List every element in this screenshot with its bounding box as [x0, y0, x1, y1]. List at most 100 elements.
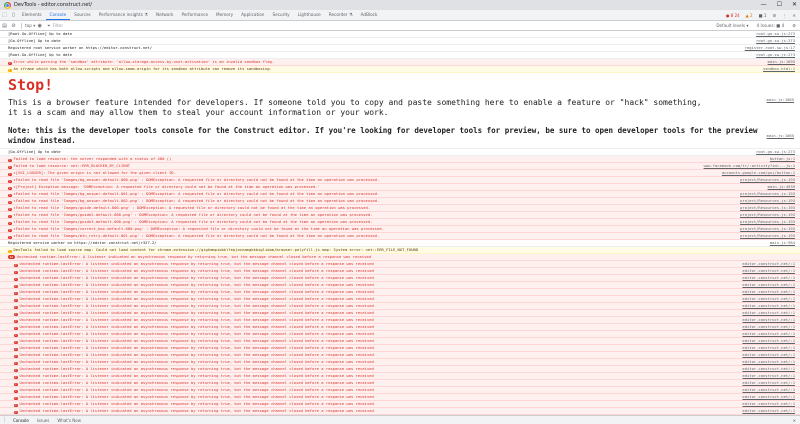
- source-link[interactable]: project/Resources.js:193: [740, 212, 795, 218]
- row-message: [Root-Go-Offline] Up to date: [8, 31, 750, 37]
- close-devtools-icon[interactable]: ✕: [792, 13, 796, 18]
- source-link[interactable]: main.js:4939: [768, 184, 795, 190]
- stop-source-link[interactable]: main.js:1085: [767, 97, 794, 102]
- source-link[interactable]: editor.construct.net/:1: [742, 401, 795, 407]
- source-link[interactable]: editor.construct.net/:1: [742, 261, 795, 267]
- error-count-badge[interactable]: ● 8 24: [726, 13, 740, 18]
- error-icon: ✕: [14, 311, 18, 316]
- live-expression-eye-icon[interactable]: ◉: [35, 23, 44, 29]
- source-link[interactable]: project/Resources.js:193: [740, 205, 795, 211]
- source-link[interactable]: main.js:984: [770, 240, 795, 246]
- tab-console[interactable]: Console: [45, 10, 71, 20]
- source-link[interactable]: editor.construct.net/:1: [742, 394, 795, 400]
- error-icon: ✕: [14, 283, 18, 288]
- device-toolbar-icon[interactable]: ▯: [9, 12, 18, 18]
- source-link[interactable]: editor.construct.net/:1: [742, 387, 795, 393]
- source-link[interactable]: project/Resources.js:193: [740, 233, 795, 239]
- drawer-tab-what-s-new[interactable]: What's New: [53, 418, 85, 423]
- tab-security[interactable]: Security: [268, 10, 293, 20]
- row-message: ✕ ▸[Project] Exception message: 'DOMExcep…: [8, 184, 762, 190]
- tab-sources[interactable]: Sources: [70, 10, 95, 20]
- close-drawer-icon[interactable]: ✕: [793, 418, 796, 423]
- tab-memory[interactable]: Memory: [212, 10, 237, 20]
- row-message: ✕ ▸Failed to read file 'Images/guide-defa…: [8, 205, 734, 211]
- warning-count-badge[interactable]: ▲ 2: [746, 13, 753, 18]
- source-link[interactable]: editor.construct.net/:1: [742, 352, 795, 358]
- warning-icon: !: [8, 67, 12, 72]
- row-message: ✕ Unchecked runtime.lastError: A listener…: [14, 268, 736, 274]
- maximize-button[interactable]: ☐: [777, 0, 782, 10]
- row-text: [Go-Offline] Up to date: [8, 149, 61, 154]
- source-link[interactable]: project/Resources.js:193: [740, 226, 795, 232]
- clear-console-icon[interactable]: ⊘: [9, 23, 18, 29]
- source-link[interactable]: root-go-sw.js:273: [756, 38, 795, 44]
- source-link[interactable]: editor.construct.net/:1: [742, 380, 795, 386]
- repeat-count-badge: 24: [8, 255, 15, 259]
- source-link[interactable]: editor.construct.net/:1: [742, 359, 795, 365]
- source-link[interactable]: editor.construct.net/:1: [742, 331, 795, 337]
- error-icon: ✕: [14, 262, 18, 267]
- console-settings-gear-icon[interactable]: ⚙: [792, 23, 796, 28]
- settings-gear-icon[interactable]: ⚙: [773, 13, 777, 18]
- row-message: ✕ ▸Failed to read file 'Images/bg_answer-…: [8, 191, 734, 197]
- source-link[interactable]: www.facebook.com/tr/:activity?id=...js:1: [704, 163, 795, 169]
- source-link[interactable]: editor.construct.net/:1: [742, 303, 795, 309]
- log-levels-dropdown[interactable]: Default levels ▾: [716, 23, 748, 28]
- stop-note: Note: this is the developer tools consol…: [8, 126, 758, 145]
- close-window-button[interactable]: ✕: [792, 0, 797, 10]
- source-link[interactable]: main.js:1095: [768, 59, 795, 65]
- filter-input[interactable]: Filter: [53, 23, 63, 28]
- issues-button[interactable]: 4 Issues: ■ 4: [757, 23, 785, 28]
- source-link[interactable]: editor.construct.net/:1: [742, 338, 795, 344]
- minimize-button[interactable]: —: [761, 0, 767, 10]
- source-link[interactable]: button.js:1: [770, 156, 795, 162]
- source-link[interactable]: sandbox.html:1: [763, 66, 795, 72]
- grouped-error-row[interactable]: 24 Unchecked runtime.lastError: A listene…: [0, 254, 800, 261]
- tab-application[interactable]: Application: [237, 10, 268, 20]
- sidebar-toggle-icon[interactable]: ▤: [0, 23, 9, 29]
- tab-performance[interactable]: Performance: [177, 10, 212, 20]
- source-link[interactable]: editor.construct.net/:1: [742, 324, 795, 330]
- source-link[interactable]: root-go-sw.js:273: [756, 149, 795, 155]
- source-link[interactable]: editor.construct.net/:1: [742, 366, 795, 372]
- row-message: ✕ Unchecked runtime.lastError: A listener…: [14, 380, 736, 386]
- row-text: Error while parsing the 'sandbox' attrib…: [13, 59, 275, 64]
- note-source-link[interactable]: main.js:1085: [767, 133, 794, 138]
- log-row: [Root-Go-Offline] Up to date root-go-sw.j…: [0, 52, 800, 59]
- drawer-tab-console[interactable]: Console: [9, 418, 33, 423]
- source-link[interactable]: editor.construct.net/:1: [742, 289, 795, 295]
- source-link[interactable]: editor.construct.net/:1: [742, 275, 795, 281]
- source-link[interactable]: editor.construct.net/:1: [742, 310, 795, 316]
- source-link[interactable]: editor.construct.net/:1: [742, 345, 795, 351]
- row-text: Unchecked runtime.lastError: A listener …: [19, 289, 374, 294]
- row-message: [Go-Offline] Up to date: [8, 38, 750, 44]
- tab-lighthouse[interactable]: Lighthouse: [294, 10, 325, 20]
- filter-box[interactable]: ⏷ Filter: [47, 23, 63, 28]
- source-link[interactable]: editor.construct.net/:1: [742, 408, 795, 414]
- source-link[interactable]: project/Resources.js:193: [740, 177, 795, 183]
- source-link[interactable]: project/Resources.js:193: [740, 219, 795, 225]
- drawer-tab-issues[interactable]: Issues: [33, 418, 53, 423]
- context-selector[interactable]: top ▾: [25, 23, 35, 28]
- inspect-element-icon[interactable]: ⬚: [0, 12, 9, 18]
- tab-performance-insights[interactable]: Performance insights ⚗: [95, 10, 152, 20]
- source-link[interactable]: root-go-sw.js:273: [756, 31, 795, 37]
- source-link[interactable]: project/Resources.js:193: [740, 191, 795, 197]
- row-message: ✕ ▸Failed to read file 'Images/bg_answer-…: [8, 177, 734, 183]
- more-menu-icon[interactable]: ⋮: [782, 13, 786, 18]
- tab-network[interactable]: Network: [152, 10, 177, 20]
- source-link[interactable]: root-go-sw.js:273: [756, 52, 795, 58]
- source-link[interactable]: project/Resources.js:193: [740, 198, 795, 204]
- tab-recorder[interactable]: Recorder ⚗: [325, 10, 357, 20]
- source-link[interactable]: editor.construct.net/:1: [742, 282, 795, 288]
- drawer-menu-icon[interactable]: ⋮: [0, 417, 9, 423]
- source-link[interactable]: editor.construct.net/:1: [742, 268, 795, 274]
- source-link[interactable]: editor.construct.net/:1: [742, 296, 795, 302]
- tab-elements[interactable]: Elements: [18, 10, 46, 20]
- tab-adblock[interactable]: AdBlock: [357, 10, 382, 20]
- source-link[interactable]: editor.construct.net/:1: [742, 317, 795, 323]
- source-link[interactable]: editor.construct.net/:1: [742, 373, 795, 379]
- issues-count-badge[interactable]: ■ 1: [759, 13, 767, 18]
- source-link[interactable]: register-root-sw.js:17: [745, 45, 795, 51]
- source-link[interactable]: accounts.google.com/gsi/button:1: [722, 170, 795, 176]
